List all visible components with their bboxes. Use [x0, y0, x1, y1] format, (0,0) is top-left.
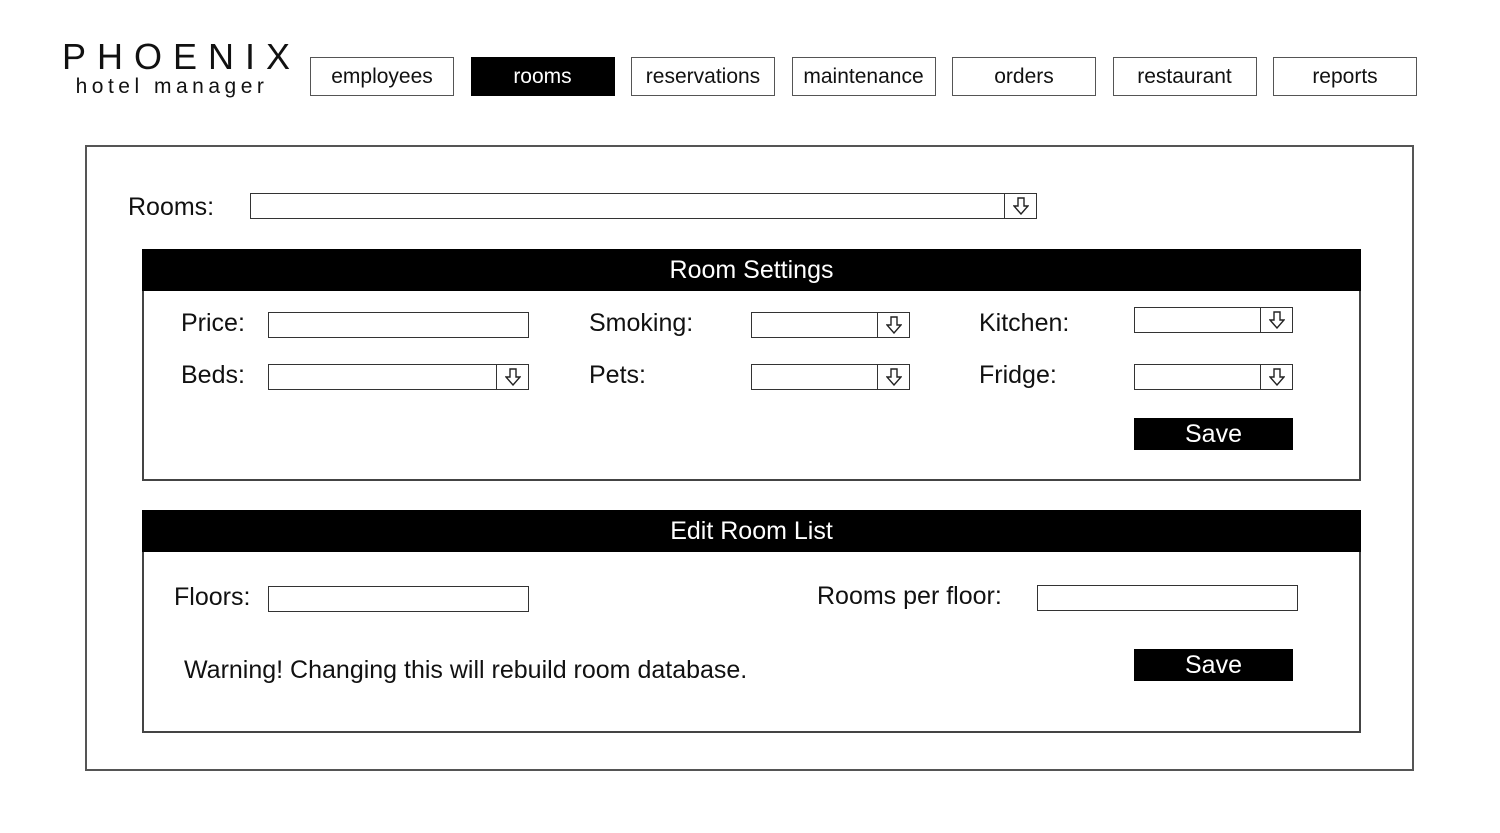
tab-orders[interactable]: orders	[952, 57, 1096, 96]
arrow-down-icon[interactable]	[496, 365, 528, 389]
logo-subtitle: hotel manager	[75, 75, 269, 98]
floors-label: Floors:	[174, 583, 251, 611]
tab-employees[interactable]: employees	[310, 57, 454, 96]
edit-room-list-save-button[interactable]: Save	[1134, 649, 1293, 681]
beds-select[interactable]	[268, 364, 529, 390]
tab-reservations[interactable]: reservations	[631, 57, 775, 96]
tab-maintenance[interactable]: maintenance	[791, 57, 936, 96]
rooms-label: Rooms:	[128, 193, 215, 221]
beds-label: Beds:	[181, 361, 245, 389]
app-logo: PHOENIX hotel manager	[62, 38, 290, 99]
arrow-down-icon[interactable]	[877, 365, 909, 389]
rooms-per-floor-label: Rooms per floor:	[817, 582, 1002, 610]
arrow-down-icon[interactable]	[877, 313, 909, 337]
price-input[interactable]	[268, 312, 529, 338]
tab-reports[interactable]: reports	[1273, 57, 1417, 96]
kitchen-label: Kitchen:	[979, 309, 1070, 337]
main-content: Rooms: Room Settings Price: Beds: Smokin…	[85, 145, 1414, 771]
floors-input[interactable]	[268, 586, 529, 612]
smoking-select[interactable]	[751, 312, 910, 338]
rebuild-warning: Warning! Changing this will rebuild room…	[184, 656, 748, 684]
pets-label: Pets:	[589, 361, 646, 389]
kitchen-select[interactable]	[1134, 307, 1293, 333]
room-settings-save-button[interactable]: Save	[1134, 418, 1293, 450]
tab-rooms[interactable]: rooms	[470, 57, 615, 96]
price-label: Price:	[181, 309, 245, 337]
room-settings-title: Room Settings	[142, 249, 1361, 291]
pets-select[interactable]	[751, 364, 910, 390]
edit-room-list-panel: Edit Room List Floors: Rooms per floor: …	[142, 510, 1361, 733]
edit-room-list-title: Edit Room List	[142, 510, 1361, 552]
room-settings-panel: Room Settings Price: Beds: Smoking: Pets…	[142, 249, 1361, 481]
tab-restaurant[interactable]: restaurant	[1112, 57, 1257, 96]
arrow-down-icon[interactable]	[1260, 308, 1292, 332]
fridge-select[interactable]	[1134, 364, 1293, 390]
arrow-down-icon[interactable]	[1260, 365, 1292, 389]
rooms-select[interactable]	[250, 193, 1037, 219]
main-nav: employees rooms reservations maintenance…	[310, 57, 1417, 96]
fridge-label: Fridge:	[979, 361, 1057, 389]
smoking-label: Smoking:	[589, 309, 694, 337]
logo-name: PHOENIX	[62, 36, 302, 77]
rooms-per-floor-input[interactable]	[1037, 585, 1298, 611]
arrow-down-icon[interactable]	[1004, 194, 1036, 218]
